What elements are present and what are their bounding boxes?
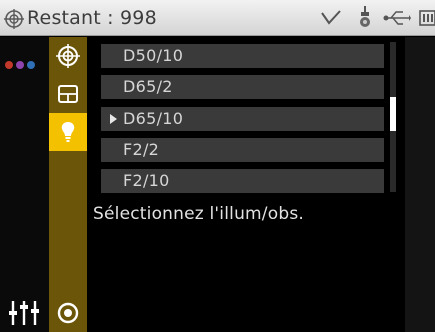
color-dots-icon[interactable] bbox=[5, 54, 43, 69]
list-item[interactable]: F2/10 bbox=[101, 169, 384, 193]
record-icon bbox=[57, 302, 79, 324]
list-item-label: D65/10 bbox=[123, 109, 184, 128]
target-icon bbox=[56, 44, 80, 68]
list-item-selected[interactable]: D65/10 bbox=[101, 107, 384, 131]
illuminant-list-panel: D50/10 D65/2 D65/10 F2/2 F2/10 Sélection… bbox=[87, 37, 435, 332]
tab-measure[interactable] bbox=[49, 37, 87, 75]
check-icon bbox=[321, 10, 341, 25]
scrollbar-thumb[interactable] bbox=[390, 97, 396, 131]
tab-column bbox=[49, 37, 87, 332]
remaining-count: Restant : 998 bbox=[27, 7, 157, 29]
help-text: Sélectionnez l'illum/obs. bbox=[93, 204, 304, 224]
list-item-label: D50/10 bbox=[123, 46, 184, 65]
list-item[interactable]: D50/10 bbox=[101, 44, 384, 68]
usb-icon bbox=[383, 11, 411, 25]
grid-icon bbox=[58, 85, 78, 103]
right-panel-edge bbox=[405, 37, 435, 332]
blue-dot bbox=[27, 61, 35, 69]
side-panel bbox=[0, 37, 49, 332]
tab-layout[interactable] bbox=[49, 75, 87, 113]
selection-arrow-icon bbox=[110, 114, 117, 124]
target-icon bbox=[4, 9, 24, 29]
list-item[interactable]: F2/2 bbox=[101, 138, 384, 162]
battery-icon bbox=[419, 10, 435, 26]
purple-dot bbox=[16, 61, 24, 69]
lightbulb-icon bbox=[61, 122, 75, 142]
probe-icon bbox=[360, 6, 370, 27]
status-bar: Restant : 998 bbox=[0, 0, 435, 36]
list-item-label: F2/2 bbox=[123, 140, 160, 159]
tab-record[interactable] bbox=[49, 294, 87, 332]
tab-illuminant[interactable] bbox=[49, 113, 87, 151]
list-item-label: F2/10 bbox=[123, 171, 170, 190]
list-item[interactable]: D65/2 bbox=[101, 75, 384, 99]
sliders-icon[interactable] bbox=[8, 297, 40, 327]
list-item-label: D65/2 bbox=[123, 77, 173, 96]
red-dot bbox=[5, 61, 13, 69]
